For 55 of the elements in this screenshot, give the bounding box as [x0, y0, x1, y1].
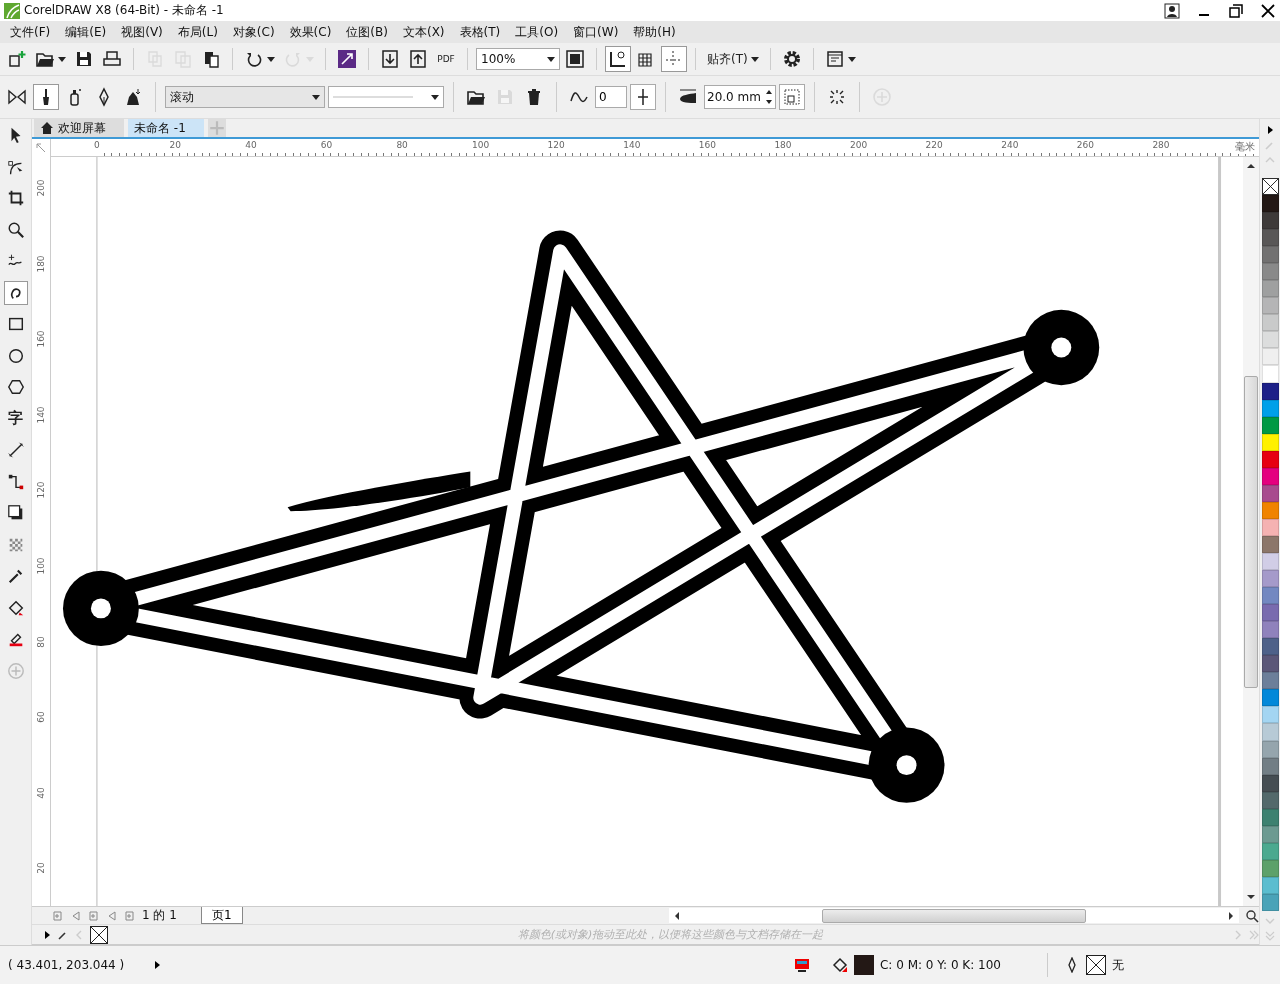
ruler-label: 20: [36, 861, 46, 877]
page-count: 1 的 1: [142, 907, 177, 924]
ruler-label: 180: [36, 254, 46, 273]
document-tab-label: 欢迎屏幕: [58, 119, 106, 137]
menu-item[interactable]: 表格(T): [451, 23, 508, 41]
menu-item[interactable]: 对象(C): [224, 23, 282, 41]
ruler-label: 60: [320, 140, 333, 150]
text-tool-button[interactable]: 字: [3, 406, 28, 431]
ruler-label: 260: [1076, 140, 1094, 150]
ruler-label: 0: [94, 140, 100, 150]
menu-item[interactable]: 文本(X): [394, 23, 452, 41]
ruler-label: 200: [36, 179, 46, 197]
ruler-label: 180: [774, 140, 792, 150]
ruler-label: 160: [36, 330, 46, 349]
ruler-label: 120: [36, 481, 46, 500]
ruler-label: 100: [472, 140, 490, 150]
ruler-label: 140: [36, 405, 46, 424]
stroke-width-field[interactable]: 20.0 mm: [704, 85, 776, 109]
ruler-label: 80: [36, 634, 46, 650]
menu-item[interactable]: 编辑(E): [57, 23, 114, 41]
pdf-button[interactable]: PDF: [433, 46, 459, 72]
document-tab[interactable]: 欢迎屏幕: [34, 119, 124, 137]
ruler-label: 60: [36, 710, 46, 725]
fill-color-values: C: 0 M: 0 Y: 0 K: 100: [879, 958, 1001, 972]
menu-item[interactable]: 效果(C): [281, 23, 339, 41]
ruler-label: 100: [36, 557, 46, 575]
ruler-label: 20: [169, 140, 182, 150]
ruler-unit: 毫米: [1235, 140, 1255, 154]
document-tab[interactable]: 未命名 -1: [128, 119, 204, 137]
page-tab[interactable]: 页1: [200, 907, 243, 924]
ruler-label: 220: [925, 140, 943, 150]
zoom-level-field[interactable]: 100%: [476, 48, 560, 70]
ruler-label: 40: [36, 786, 46, 801]
outline-value: 无: [1112, 956, 1124, 974]
menu-item[interactable]: 窗口(W): [565, 23, 626, 41]
menu-item[interactable]: 文件(F): [2, 23, 58, 41]
ruler-label: 80: [396, 140, 408, 150]
menu-item[interactable]: 布局(L): [169, 23, 225, 41]
menu-item[interactable]: 工具(O): [507, 23, 566, 41]
ruler-label: 140: [623, 140, 641, 150]
ruler-label: 120: [547, 140, 565, 150]
ruler-label: 280: [1152, 140, 1170, 150]
smoothing-field[interactable]: 0: [595, 86, 627, 108]
ruler-label: 40: [245, 140, 257, 150]
snap-button[interactable]: 贴齐(T): [704, 46, 762, 72]
ruler-label: 160: [698, 140, 716, 150]
menu-item[interactable]: 位图(B): [338, 23, 395, 41]
ruler-label: 240: [1001, 140, 1019, 150]
menu-item[interactable]: 帮助(H): [625, 23, 683, 41]
menu-item[interactable]: 视图(V): [113, 23, 170, 41]
ruler-label: 200: [850, 140, 868, 150]
cursor-coordinates: ( 43.401, 203.044 ): [8, 958, 125, 972]
preset-dropdown[interactable]: 滚动: [165, 86, 325, 108]
window-title: CorelDRAW X8 (64-Bit) - 未命名 -1: [24, 2, 224, 19]
document-tab-label: 未命名 -1: [134, 119, 186, 137]
